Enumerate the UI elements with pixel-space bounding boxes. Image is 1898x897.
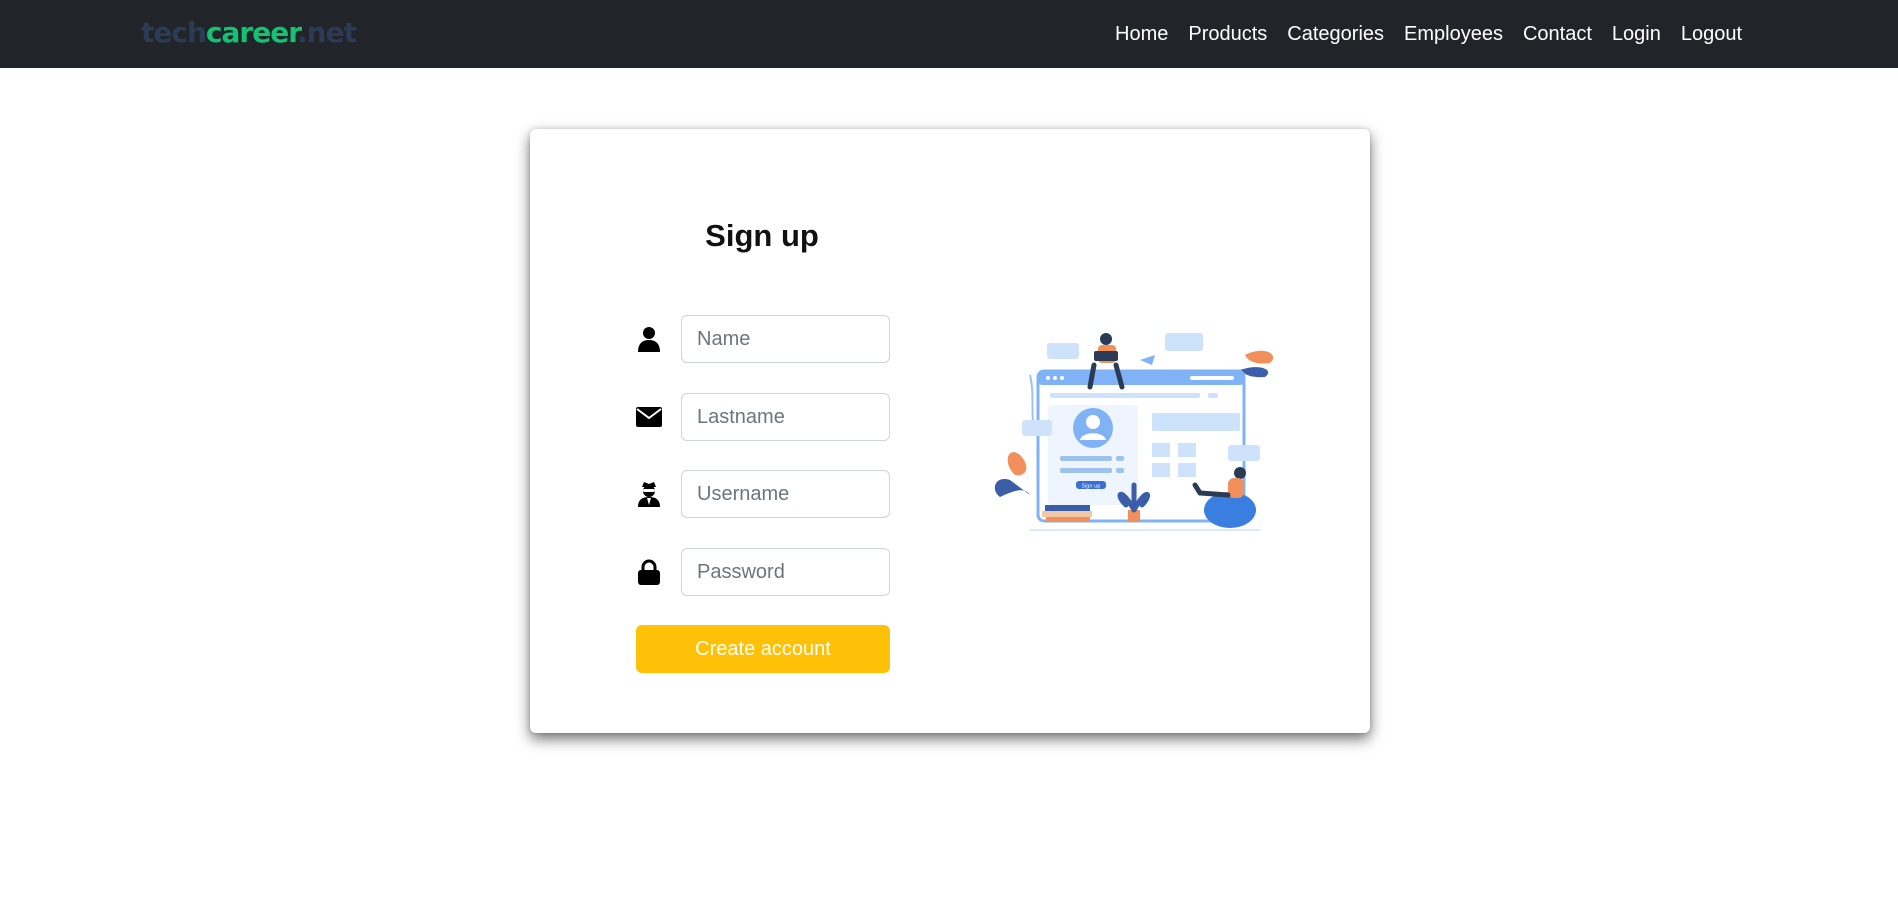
- navbar: techcareer.net Home Products Categories …: [0, 0, 1898, 68]
- nav-employees[interactable]: Employees: [1394, 0, 1513, 68]
- username-row: [636, 470, 890, 518]
- envelope-icon: [636, 404, 662, 430]
- user-secret-icon: [636, 481, 662, 507]
- nav-logout[interactable]: Logout: [1671, 0, 1752, 68]
- name-input[interactable]: [681, 315, 890, 363]
- brand-part-career: career: [205, 16, 298, 49]
- illustration-signup-label: Sign up: [1082, 484, 1101, 490]
- nav-contact[interactable]: Contact: [1513, 0, 1602, 68]
- person-icon: [636, 326, 662, 352]
- nav-links: Home Products Categories Employees Conta…: [1105, 0, 1752, 68]
- name-row: [636, 315, 890, 363]
- nav-products[interactable]: Products: [1178, 0, 1277, 68]
- password-row: [636, 548, 890, 596]
- brand-part-net: .net: [297, 16, 357, 49]
- lock-icon: [636, 559, 662, 585]
- lastname-row: [636, 393, 890, 441]
- brand-logo[interactable]: techcareer.net: [141, 15, 357, 51]
- nav-home[interactable]: Home: [1105, 0, 1178, 68]
- password-input[interactable]: [681, 548, 890, 596]
- signup-illustration: Sign up: [994, 333, 1274, 531]
- create-account-button[interactable]: Create account: [636, 625, 890, 673]
- nav-categories[interactable]: Categories: [1277, 0, 1394, 68]
- lastname-input[interactable]: [681, 393, 890, 441]
- username-input[interactable]: [681, 470, 890, 518]
- signup-title: Sign up: [705, 218, 819, 253]
- brand-part-tech: tech: [141, 16, 207, 49]
- nav-login[interactable]: Login: [1602, 0, 1671, 68]
